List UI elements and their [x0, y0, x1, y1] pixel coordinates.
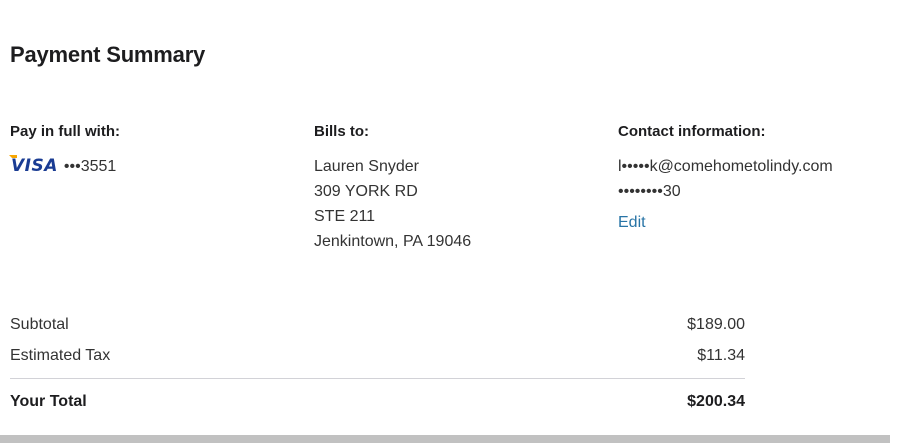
- subtotal-value: $189.00: [687, 316, 745, 333]
- summary-divider: [10, 378, 745, 379]
- contact-heading: Contact information:: [618, 123, 766, 140]
- total-row: Your Total $200.34: [10, 391, 745, 413]
- card-row: VISA •••3551: [9, 154, 290, 179]
- card-brand-text: VISA: [11, 156, 58, 176]
- billing-name: Lauren Snyder: [314, 158, 419, 175]
- total-value: $200.34: [687, 393, 745, 410]
- total-label: Your Total: [10, 393, 87, 410]
- payment-method-heading: Pay in full with:: [10, 123, 121, 140]
- contact-info-section: Contact information: l•••••k@comehometol…: [618, 122, 898, 235]
- edit-contact-link[interactable]: Edit: [618, 210, 646, 235]
- tax-row: Estimated Tax $11.34: [10, 343, 745, 368]
- tax-value: $11.34: [697, 347, 745, 364]
- billing-street: 309 YORK RD: [314, 183, 418, 200]
- billing-city-state-zip: Jenkintown, PA 19046: [314, 233, 472, 250]
- payment-method-section: Pay in full with: VISA •••3551: [9, 122, 290, 179]
- contact-email: l•••••k@comehometolindy.com: [618, 158, 833, 175]
- order-summary: Subtotal $189.00 Estimated Tax $11.34 Yo…: [10, 312, 745, 413]
- tax-label: Estimated Tax: [10, 347, 111, 364]
- billing-suite: STE 211: [314, 208, 376, 225]
- card-number: •••3551: [63, 158, 117, 175]
- page-title: Payment Summary: [10, 42, 206, 67]
- visa-logo-icon: VISA: [9, 154, 58, 179]
- horizontal-scrollbar[interactable]: [0, 435, 890, 443]
- billing-address-section: Bills to: Lauren Snyder 309 YORK RD STE …: [314, 122, 594, 254]
- contact-phone: ••••••••30: [618, 183, 681, 200]
- subtotal-row: Subtotal $189.00: [10, 312, 745, 337]
- subtotal-label: Subtotal: [10, 316, 69, 333]
- billing-heading: Bills to:: [314, 123, 369, 140]
